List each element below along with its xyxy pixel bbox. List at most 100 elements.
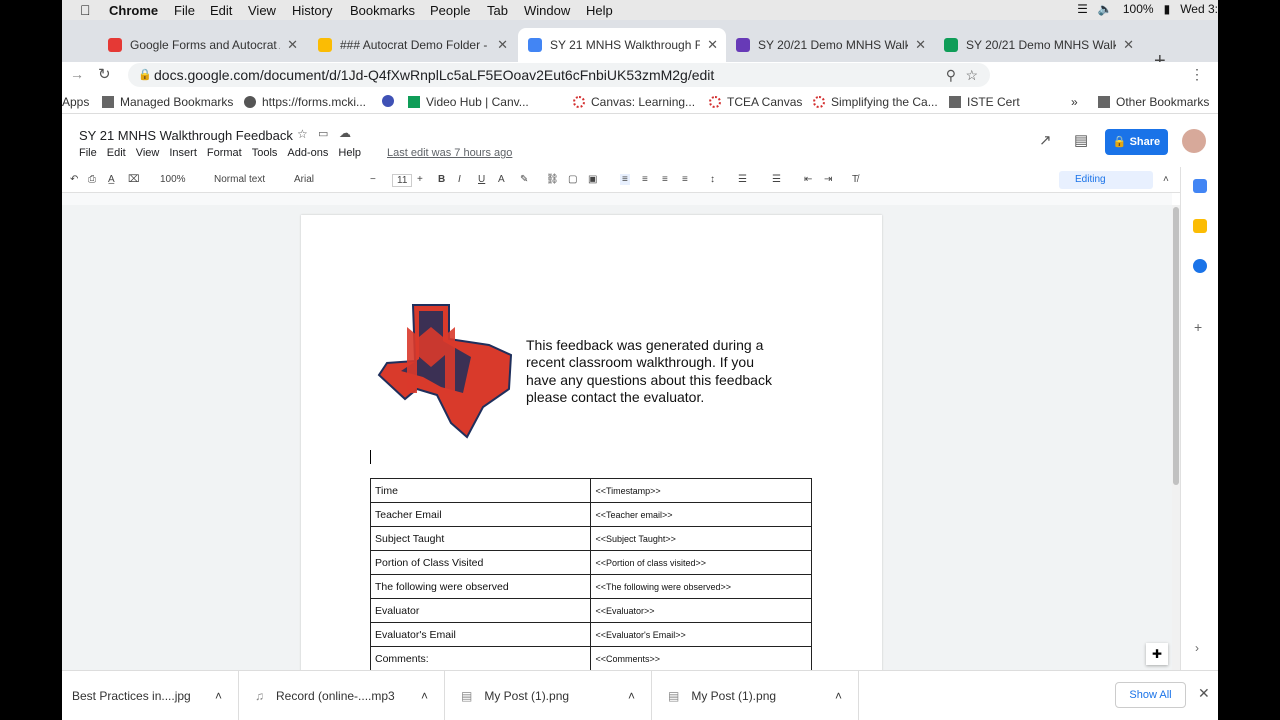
row-value[interactable]: <<Portion of class visited>> <box>590 550 812 575</box>
wifi-icon[interactable]: ☰ <box>1077 2 1088 16</box>
close-icon[interactable]: ✕ <box>707 37 718 53</box>
text-color-icon[interactable]: A <box>498 174 505 185</box>
row-value[interactable]: <<Evaluator>> <box>590 598 812 623</box>
row-label[interactable]: Evaluator's Email <box>369 622 592 647</box>
menu-window[interactable]: Window <box>524 3 570 18</box>
row-value[interactable]: <<Evaluator's Email>> <box>590 622 812 647</box>
docs-menu-insert[interactable]: Insert <box>169 147 197 159</box>
spellcheck-icon[interactable]: A̲ <box>108 174 115 185</box>
bulleted-list-icon[interactable]: ☰ <box>772 174 781 185</box>
clear-formatting-icon[interactable]: T̸ <box>852 174 858 185</box>
chevron-up-icon[interactable]: ˄ <box>835 689 842 703</box>
decrease-indent-icon[interactable]: ⇤ <box>804 174 812 185</box>
menu-view[interactable]: View <box>248 3 276 18</box>
bookmark-simplifying[interactable]: Simplifying the Ca... <box>813 95 938 109</box>
close-icon[interactable]: ✕ <box>287 37 298 53</box>
download-item[interactable]: ♫ Record (online-....mp3 ˄ <box>239 671 445 720</box>
italic-icon[interactable]: I <box>458 174 461 185</box>
bold-icon[interactable]: B <box>438 174 445 185</box>
add-comment-icon[interactable]: ▢ <box>568 174 577 185</box>
tab-autocrat-folder[interactable]: ### Autocrat Demo Folder - G ✕ <box>308 28 516 62</box>
row-value[interactable]: <<The following were observed>> <box>590 574 812 599</box>
lock-icon[interactable]: 🔒 <box>138 63 152 87</box>
chevron-right-icon[interactable]: › <box>1195 641 1199 655</box>
menu-people[interactable]: People <box>430 3 470 18</box>
font-select[interactable]: Arial <box>294 174 314 185</box>
bookmark-tcea-canvas[interactable]: TCEA Canvas <box>709 95 802 109</box>
link-icon[interactable]: ⛓ <box>546 174 559 185</box>
battery-icon[interactable]: ▮ <box>1164 2 1171 16</box>
menu-dots-icon[interactable]: ⋮ <box>1190 66 1204 83</box>
cloud-icon[interactable]: ☁ <box>339 126 351 140</box>
bookmark-managed[interactable]: Managed Bookmarks <box>102 95 233 109</box>
row-label[interactable]: Time <box>369 478 592 503</box>
menu-file[interactable]: File <box>174 3 195 18</box>
row-value[interactable]: <<Subject Taught>> <box>590 526 812 551</box>
undo-icon[interactable]: ↶ <box>70 174 78 185</box>
chevron-up-icon[interactable]: ˄ <box>628 689 635 703</box>
bookmark-forms[interactable]: https://forms.mcki... <box>244 95 366 109</box>
download-item[interactable]: ▤ My Post (1).png ˄ <box>652 671 859 720</box>
clock[interactable]: Wed 3: <box>1180 2 1218 16</box>
docs-menu-help[interactable]: Help <box>338 147 361 159</box>
menu-edit[interactable]: Edit <box>210 3 232 18</box>
last-edit-link[interactable]: Last edit was 7 hours ago <box>387 147 512 159</box>
increase-indent-icon[interactable]: ⇥ <box>824 174 832 185</box>
editing-mode-select[interactable]: Editing <box>1059 171 1153 189</box>
chevron-up-icon[interactable]: ˄ <box>215 689 222 703</box>
comment-icon[interactable]: ▤ <box>1074 131 1088 149</box>
bookmark-iste[interactable]: ISTE Cert <box>949 95 1020 109</box>
menu-history[interactable]: History <box>292 3 332 18</box>
show-all-button[interactable]: Show All <box>1115 682 1186 708</box>
tab-demo-sheet[interactable]: SY 20/21 Demo MNHS Walkthr ✕ <box>934 28 1142 62</box>
apple-icon[interactable]:  <box>80 2 91 18</box>
row-label[interactable]: Teacher Email <box>369 502 592 527</box>
folder-icon[interactable]: ▭ <box>318 127 328 140</box>
scroll-thumb[interactable] <box>1173 207 1179 485</box>
volume-icon[interactable]: 🔈 <box>1098 2 1113 16</box>
activity-icon[interactable]: ↗ <box>1039 131 1052 149</box>
keep-icon[interactable] <box>1193 219 1207 233</box>
calendar-icon[interactable] <box>1193 179 1207 193</box>
print-icon[interactable]: ⎙ <box>88 174 96 185</box>
close-icon[interactable]: ✕ <box>915 37 926 53</box>
menu-tab[interactable]: Tab <box>487 3 508 18</box>
vertical-scrollbar[interactable] <box>1172 205 1180 670</box>
numbered-list-icon[interactable]: ☰ <box>738 174 747 185</box>
add-addon-icon[interactable]: + <box>1194 319 1202 335</box>
bookmark-apps[interactable]: Apps <box>62 95 89 109</box>
docs-menu-edit[interactable]: Edit <box>107 147 126 159</box>
row-value[interactable]: <<Teacher email>> <box>590 502 812 527</box>
row-label[interactable]: Evaluator <box>369 598 592 623</box>
docs-menu-format[interactable]: Format <box>207 147 242 159</box>
row-value[interactable]: <<Timestamp>> <box>590 478 812 503</box>
row-label[interactable]: The following were observed <box>369 574 592 599</box>
insert-image-icon[interactable]: ▣ <box>588 174 597 185</box>
ruler[interactable] <box>62 193 1172 205</box>
line-spacing-icon[interactable]: ↕ <box>710 174 715 185</box>
row-label[interactable]: Subject Taught <box>369 526 592 551</box>
bookmark-canvas-learning[interactable]: Canvas: Learning... <box>573 95 695 109</box>
paint-format-icon[interactable]: ⌧ <box>128 174 140 185</box>
avatar[interactable] <box>1182 129 1206 153</box>
chevron-more-icon[interactable]: » <box>1071 95 1078 109</box>
align-center-icon[interactable]: ≡ <box>642 174 648 185</box>
tab-walkthrough-doc[interactable]: SY 21 MNHS Walkthrough Fee ✕ <box>518 28 726 62</box>
justify-icon[interactable]: ≡ <box>682 174 688 185</box>
explore-icon[interactable]: ✚ <box>1146 643 1168 665</box>
url-input[interactable]: 🔒 docs.google.com/document/d/1Jd-Q4fXwRn… <box>128 63 990 87</box>
docs-menu-view[interactable]: View <box>136 147 160 159</box>
star-icon[interactable]: ☆ <box>965 63 978 87</box>
decrease-size-icon[interactable]: − <box>370 174 376 185</box>
docs-menu-tools[interactable]: Tools <box>252 147 278 159</box>
bookmark-other[interactable]: Other Bookmarks <box>1098 95 1209 109</box>
share-button[interactable]: 🔒 Share <box>1105 129 1168 155</box>
increase-size-icon[interactable]: + <box>417 174 423 185</box>
close-icon[interactable]: ✕ <box>1123 37 1134 53</box>
tab-demo-form[interactable]: SY 20/21 Demo MNHS Walkthr ✕ <box>726 28 934 62</box>
bookmark-video-hub[interactable]: Video Hub | Canv... <box>408 95 529 109</box>
menu-help[interactable]: Help <box>586 3 613 18</box>
zoom-select[interactable]: 100% <box>160 174 186 185</box>
app-name[interactable]: Chrome <box>109 3 158 18</box>
row-label[interactable]: Comments: <box>369 646 592 671</box>
